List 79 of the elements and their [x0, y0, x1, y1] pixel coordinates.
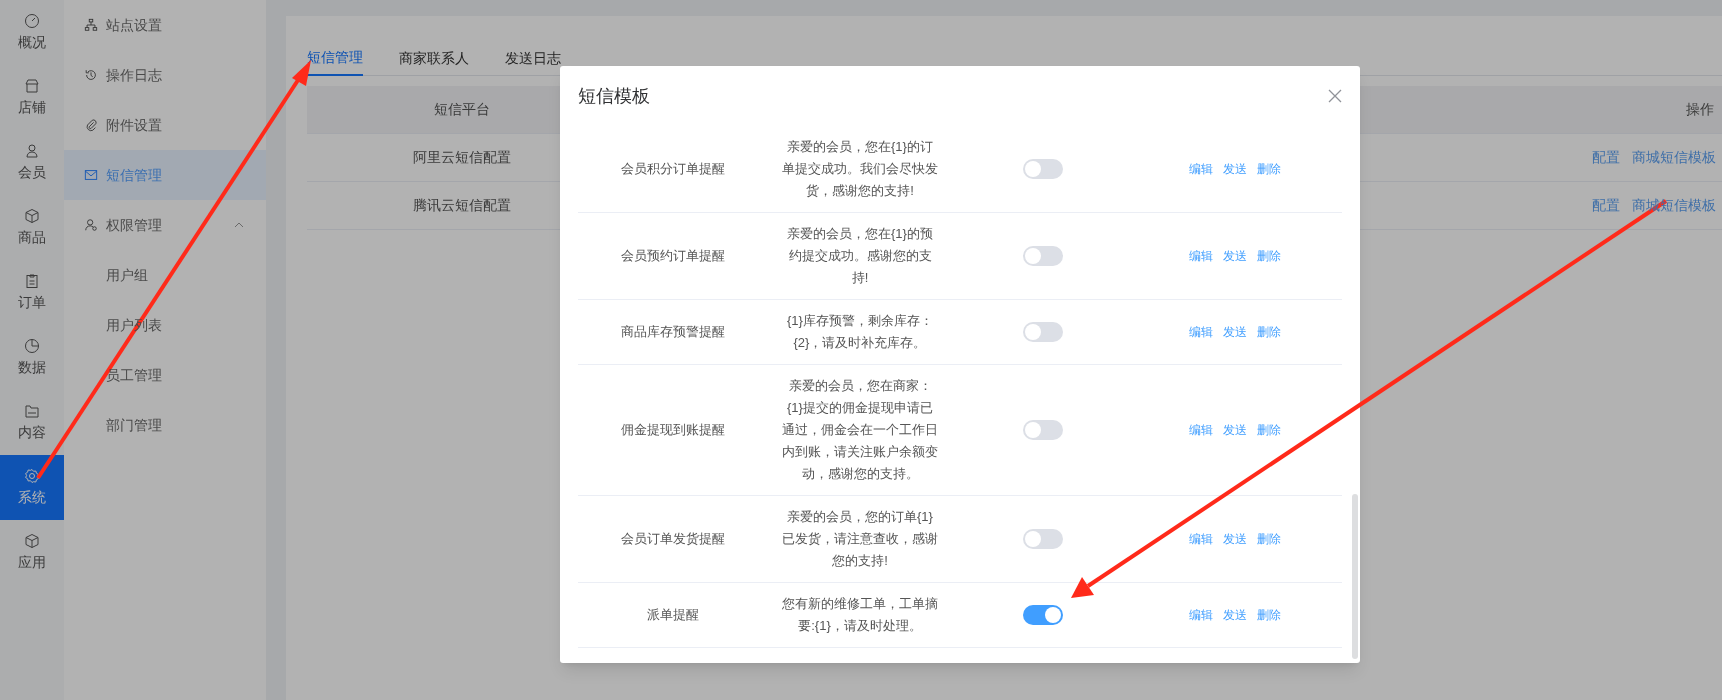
- toggle-switch[interactable]: [1023, 322, 1063, 342]
- action-link[interactable]: 删除: [1257, 530, 1281, 548]
- toggle-switch[interactable]: [1023, 246, 1063, 266]
- action-link[interactable]: 配置: [1592, 147, 1620, 168]
- cube-icon: [24, 532, 40, 549]
- modal-title: 短信模板: [578, 84, 650, 108]
- action-link[interactable]: 删除: [1257, 421, 1281, 439]
- nav-rail-item[interactable]: 商品: [0, 195, 64, 260]
- sidebar-item[interactable]: 附件设置: [64, 100, 266, 150]
- sidebar-item[interactable]: 用户组: [64, 250, 266, 300]
- nav-rail-item[interactable]: 数据: [0, 325, 64, 390]
- action-link[interactable]: 编辑: [1189, 160, 1213, 178]
- action-link[interactable]: 编辑: [1189, 606, 1213, 624]
- pie-chart-icon: [24, 337, 40, 354]
- table-cell-text: 阿里云短信配置: [412, 148, 512, 167]
- action-link[interactable]: 商城短信模板: [1632, 147, 1716, 168]
- gauge-icon: [24, 12, 40, 29]
- sitemap-icon: [84, 18, 98, 32]
- template-name: 派单提醒: [646, 606, 700, 625]
- template-name: 商品库存预警提醒: [620, 323, 726, 342]
- action-link[interactable]: 发送: [1223, 606, 1247, 624]
- tab[interactable]: 发送日志: [505, 40, 561, 76]
- template-name: 会员积分订单提醒: [620, 160, 726, 179]
- action-link[interactable]: 删除: [1257, 247, 1281, 265]
- template-name: 会员预约订单提醒: [620, 247, 726, 266]
- gear-icon: [24, 467, 40, 484]
- nav-rail-item[interactable]: 内容: [0, 390, 64, 455]
- template-content: {1}库存预警，剩余库存：{2}，请及时补充库存。: [786, 312, 934, 352]
- person-icon: [24, 142, 40, 159]
- mail-icon: [84, 168, 98, 182]
- template-content: 亲爱的会员，您在{1}的订单提交成功。我们会尽快发货，感谢您的支持!: [782, 138, 938, 200]
- toggle-switch[interactable]: [1023, 159, 1063, 179]
- sidebar-item[interactable]: 部门管理: [64, 400, 266, 450]
- sidebar-item[interactable]: 操作日志: [64, 50, 266, 100]
- close-icon[interactable]: [1328, 89, 1342, 103]
- action-link[interactable]: 发送: [1223, 530, 1247, 548]
- folder-icon: [24, 402, 40, 419]
- template-name: 佣金提现到账提醒: [620, 421, 726, 440]
- column-header: 短信平台: [433, 100, 491, 119]
- template-content: 亲爱的会员，您的订单{1}已发货，请注意查收，感谢您的支持!: [782, 508, 938, 570]
- template-content: 亲爱的会员，您在商家：{1}提交的佣金提现申请已通过，佣金会在一个工作日内到账，请关注账户余额变动，感谢您的支持。: [782, 377, 938, 483]
- action-link[interactable]: 编辑: [1189, 323, 1213, 341]
- nav-rail-item[interactable]: 概况: [0, 0, 64, 65]
- action-link[interactable]: 编辑: [1189, 247, 1213, 265]
- toggle-switch[interactable]: [1023, 420, 1063, 440]
- scrollbar-thumb[interactable]: [1352, 494, 1358, 659]
- action-link[interactable]: 发送: [1223, 160, 1247, 178]
- cube-icon: [24, 207, 40, 224]
- action-link[interactable]: 删除: [1257, 606, 1281, 624]
- action-link[interactable]: 编辑: [1189, 530, 1213, 548]
- nav-rail-item[interactable]: 订单: [0, 260, 64, 325]
- template-name: 会员订单发货提醒: [620, 530, 726, 549]
- action-link[interactable]: 发送: [1223, 421, 1247, 439]
- paperclip-icon: [84, 118, 98, 132]
- person-icon: [84, 218, 98, 232]
- action-link[interactable]: 删除: [1257, 160, 1281, 178]
- action-link[interactable]: 删除: [1257, 323, 1281, 341]
- nav-rail-item[interactable]: 系统: [0, 455, 64, 520]
- shop-icon: [24, 77, 40, 94]
- sidebar-item[interactable]: 短信管理: [64, 150, 266, 200]
- action-link[interactable]: 编辑: [1189, 421, 1213, 439]
- toggle-switch[interactable]: [1023, 605, 1063, 625]
- sidebar-item[interactable]: 权限管理: [64, 200, 266, 250]
- action-link[interactable]: 发送: [1223, 247, 1247, 265]
- action-link[interactable]: 发送: [1223, 323, 1247, 341]
- toggle-switch[interactable]: [1023, 529, 1063, 549]
- clipboard-icon: [24, 272, 40, 289]
- nav-rail-item[interactable]: 应用: [0, 520, 64, 585]
- nav-rail-item[interactable]: 店铺: [0, 65, 64, 130]
- template-content: 您有新的维修工单，工单摘要:{1}，请及时处理。: [782, 595, 938, 635]
- history-icon: [84, 68, 98, 82]
- column-header: 操作: [1686, 100, 1715, 119]
- sidebar-item[interactable]: 站点设置: [64, 0, 266, 50]
- action-link[interactable]: 配置: [1592, 195, 1620, 216]
- table-cell-text: 腾讯云短信配置: [412, 196, 512, 215]
- sidebar-item[interactable]: 员工管理: [64, 350, 266, 400]
- nav-rail-item[interactable]: 会员: [0, 130, 64, 195]
- tab[interactable]: 商家联系人: [399, 40, 469, 76]
- template-content: 亲爱的会员，您在{1}的预约提交成功。感谢您的支持!: [786, 225, 934, 287]
